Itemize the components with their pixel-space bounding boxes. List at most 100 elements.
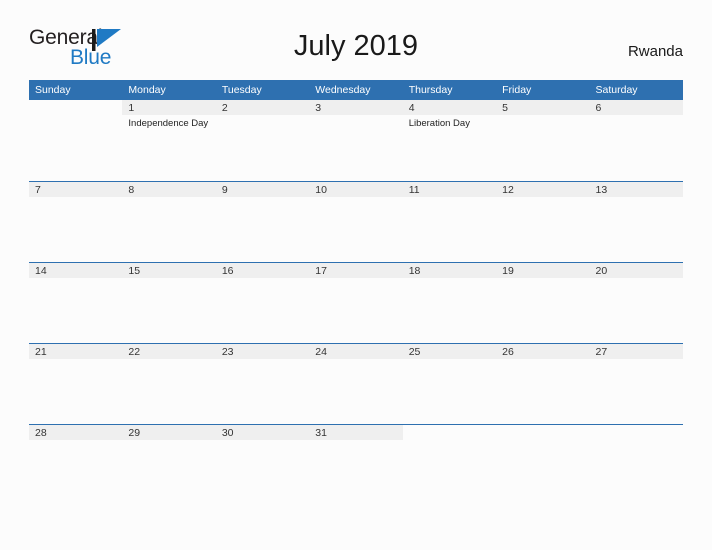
calendar-day[interactable]: 20 [589, 262, 683, 343]
calendar-day-cell-wrapper: 24 [309, 343, 403, 424]
day-number: 1 [122, 100, 216, 115]
day-number: 13 [589, 182, 683, 197]
calendar-day[interactable]: 16 [215, 262, 310, 343]
calendar-day[interactable]: 6 [589, 100, 683, 181]
calendar-week-row: 1 Independence Day 2 3 4 Liberation Day 5 6 [29, 100, 683, 181]
calendar-day-cell-wrapper [402, 424, 497, 505]
calendar-day[interactable]: 24 [309, 343, 403, 424]
calendar-day[interactable]: 15 [122, 262, 216, 343]
calendar-week-row: 28 29 30 31 [29, 424, 683, 505]
day-number: 31 [309, 425, 403, 440]
calendar-day-cell-wrapper: 8 [122, 181, 216, 262]
calendar-day-empty [496, 424, 590, 505]
calendar-day-cell-wrapper: 9 [215, 181, 310, 262]
weekday-header-thursday: Thursday [402, 80, 497, 100]
calendar-day[interactable]: 1 Independence Day [122, 100, 216, 181]
calendar-day-cell-wrapper [29, 100, 122, 181]
day-number: 2 [215, 100, 310, 115]
calendar-day[interactable]: 14 [29, 262, 123, 343]
day-number: 30 [215, 425, 310, 440]
day-number: 28 [29, 425, 123, 440]
day-number: 5 [496, 100, 590, 115]
calendar-day-cell-wrapper: 2 [215, 100, 310, 181]
day-number: 15 [122, 263, 216, 278]
calendar-day-cell-wrapper: 28 [29, 424, 123, 505]
calendar-day[interactable]: 11 [402, 181, 497, 262]
day-events: Independence Day [122, 115, 215, 130]
calendar-day-cell-wrapper: 3 [309, 100, 403, 181]
calendar-day-cell-wrapper: 12 [496, 181, 590, 262]
calendar-week-row: 14 15 16 17 18 19 20 [29, 262, 683, 343]
calendar-day-cell-wrapper: 30 [215, 424, 310, 505]
calendar-day-cell-wrapper [589, 424, 683, 505]
calendar-day-cell-wrapper: 16 [215, 262, 310, 343]
calendar-header-row: Sunday Monday Tuesday Wednesday Thursday… [29, 80, 683, 100]
calendar-day-cell-wrapper: 13 [589, 181, 683, 262]
calendar-day-cell-wrapper: 27 [589, 343, 683, 424]
calendar-day-cell-wrapper: 7 [29, 181, 123, 262]
calendar-day[interactable]: 26 [496, 343, 590, 424]
calendar-day-cell-wrapper: 17 [309, 262, 403, 343]
calendar-day-cell-wrapper: 4 Liberation Day [402, 100, 497, 181]
day-number: 27 [589, 344, 683, 359]
calendar-day-cell-wrapper: 22 [122, 343, 216, 424]
day-number: 14 [29, 263, 123, 278]
day-number [590, 425, 683, 440]
calendar-day-cell-wrapper: 18 [402, 262, 497, 343]
calendar-day-cell-wrapper: 5 [496, 100, 590, 181]
holiday-event-label: Independence Day [128, 118, 209, 129]
calendar-day[interactable]: 18 [402, 262, 497, 343]
calendar-day-empty [29, 100, 122, 181]
calendar-day-cell-wrapper: 15 [122, 262, 216, 343]
weekday-header-friday: Friday [496, 80, 590, 100]
calendar-day[interactable]: 10 [309, 181, 403, 262]
day-number [29, 100, 122, 115]
calendar-day[interactable]: 21 [29, 343, 123, 424]
calendar-day[interactable]: 29 [122, 424, 216, 505]
calendar-day[interactable]: 12 [496, 181, 590, 262]
calendar-day[interactable]: 19 [496, 262, 590, 343]
page-title: July 2019 [293, 30, 419, 62]
calendar-day[interactable]: 28 [29, 424, 123, 505]
day-number: 12 [496, 182, 590, 197]
page-header: General Blue July 2019 Rwanda [0, 0, 712, 69]
calendar-day[interactable]: 25 [402, 343, 497, 424]
calendar-day[interactable]: 3 [309, 100, 403, 181]
calendar-day[interactable]: 22 [122, 343, 216, 424]
weekday-header-sunday: Sunday [29, 80, 123, 100]
calendar-day-cell-wrapper: 23 [215, 343, 310, 424]
calendar-week-row: 21 22 23 24 25 26 27 [29, 343, 683, 424]
calendar-day[interactable]: 7 [29, 181, 123, 262]
calendar-day-empty [589, 424, 683, 505]
calendar-day[interactable]: 8 [122, 181, 216, 262]
day-number: 18 [402, 263, 497, 278]
calendar-day-cell-wrapper: 20 [589, 262, 683, 343]
calendar-day[interactable]: 13 [589, 181, 683, 262]
calendar-day-cell-wrapper: 6 [589, 100, 683, 181]
day-number: 23 [215, 344, 310, 359]
day-number: 4 [402, 100, 497, 115]
calendar-week-row: 7 8 9 10 11 12 13 [29, 181, 683, 262]
day-events: Liberation Day [403, 115, 496, 130]
day-number [496, 425, 589, 440]
calendar-day[interactable]: 9 [215, 181, 310, 262]
calendar-day-cell-wrapper: 31 [309, 424, 403, 505]
calendar-day[interactable]: 27 [589, 343, 683, 424]
calendar-day[interactable]: 23 [215, 343, 310, 424]
calendar-day[interactable]: 2 [215, 100, 310, 181]
weekday-header-wednesday: Wednesday [309, 80, 403, 100]
calendar-day[interactable]: 5 [496, 100, 590, 181]
calendar-day-cell-wrapper: 1 Independence Day [122, 100, 216, 181]
holiday-event-label: Liberation Day [408, 118, 470, 129]
day-number: 20 [589, 263, 683, 278]
day-number: 3 [309, 100, 403, 115]
calendar-day-cell-wrapper: 21 [29, 343, 123, 424]
calendar-body: 1 Independence Day 2 3 4 Liberation Day 5 6 7 8 9 1… [29, 100, 683, 505]
day-number: 19 [496, 263, 590, 278]
calendar-day[interactable]: 30 [215, 424, 310, 505]
calendar-day[interactable]: 31 [309, 424, 403, 505]
calendar-day[interactable]: 4 Liberation Day [402, 100, 497, 181]
calendar-day[interactable]: 17 [309, 262, 403, 343]
day-number: 7 [29, 182, 123, 197]
calendar-day-cell-wrapper: 29 [122, 424, 216, 505]
